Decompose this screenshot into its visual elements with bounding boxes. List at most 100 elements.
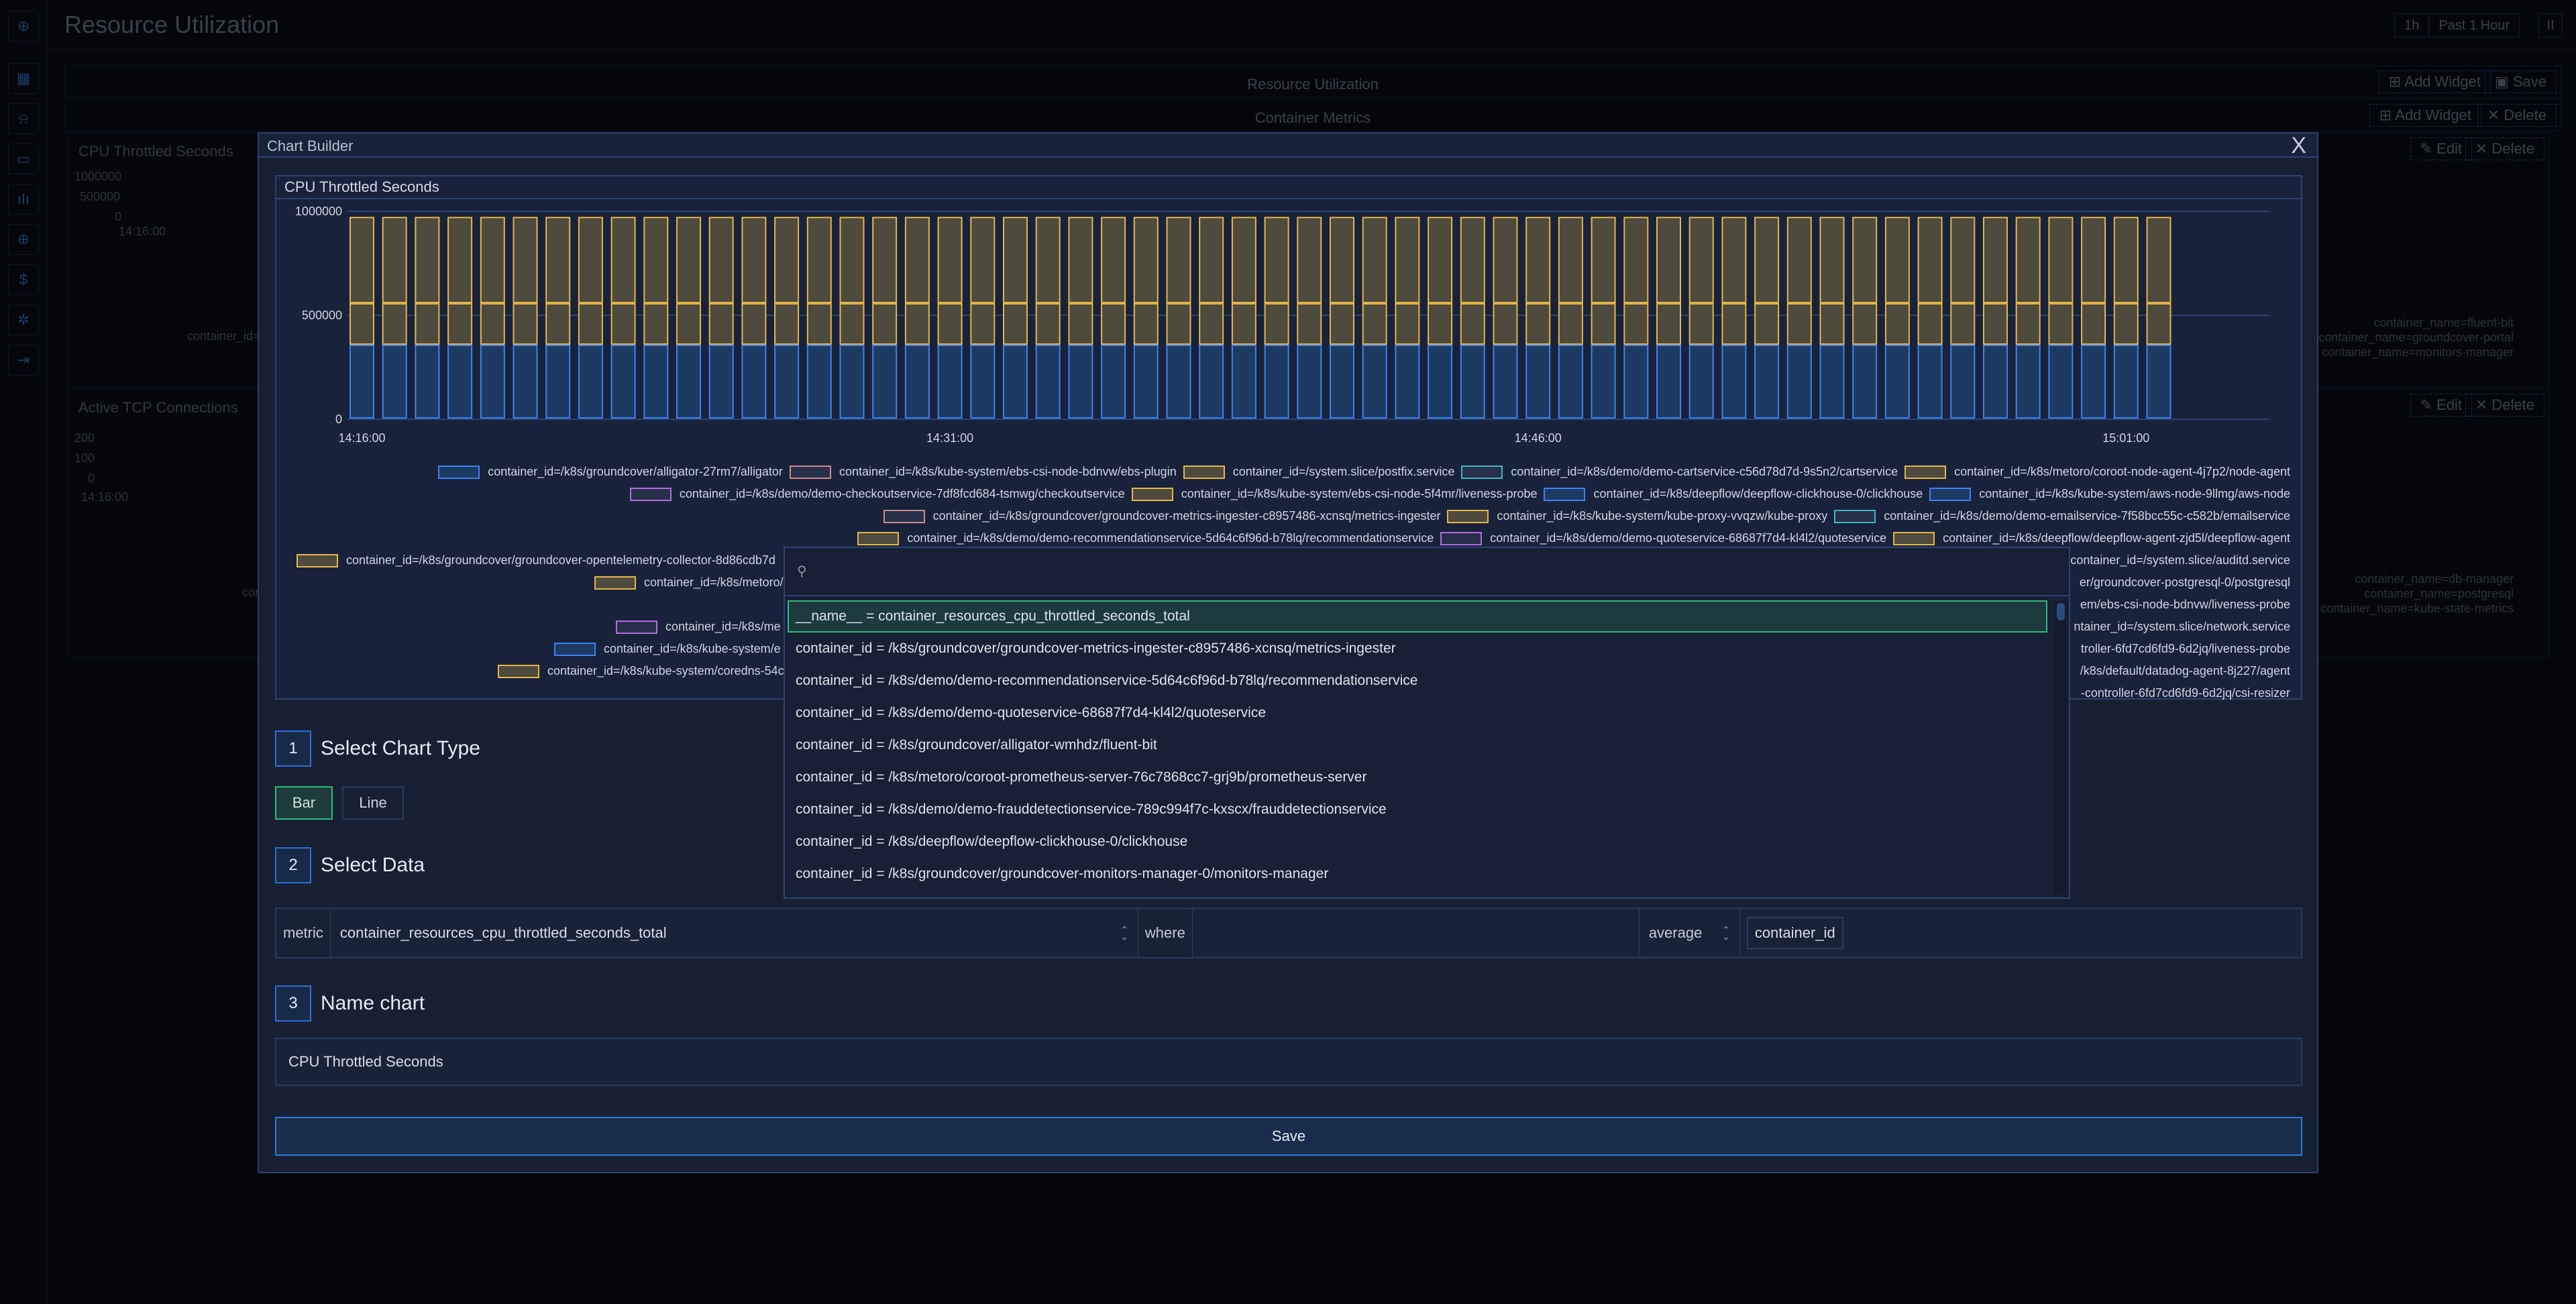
bar-segment xyxy=(1754,303,1780,345)
bar-segment xyxy=(1754,217,1780,303)
logout-icon[interactable]: ⇥ xyxy=(8,345,39,376)
dropdown-option[interactable]: container_id = /k8s/groundcover/groundco… xyxy=(785,633,2051,665)
delete-panel-button[interactable]: ✕ Delete xyxy=(2465,138,2544,160)
delete-section-button[interactable]: ✕ Delete xyxy=(2477,104,2557,127)
close-icon: ✕ xyxy=(2475,140,2492,157)
dropdown-search-input[interactable]: ⚲ xyxy=(785,548,2069,596)
dropdown-option[interactable]: container_id = /k8s/demo/demo-frauddetec… xyxy=(785,794,2051,826)
legend-item[interactable]: container_id=/k8s/demo/demo-checkoutserv… xyxy=(629,487,1125,501)
x-tick-label: 14:46:00 xyxy=(1515,431,1562,445)
add-widget-button[interactable]: ⊞ Add Widget xyxy=(2378,70,2491,93)
legend-item[interactable]: container_id=/k8s/groundcover/groundcove… xyxy=(883,509,1440,523)
save-label: Save xyxy=(2512,73,2546,90)
dropdown-option[interactable]: container_id = /k8s/deepflow/deepflow-cl… xyxy=(785,826,2051,858)
metric-select[interactable]: container_resources_cpu_throttled_second… xyxy=(331,909,1138,957)
bar-segment xyxy=(2015,303,2041,345)
bar-segment xyxy=(415,303,440,345)
where-input[interactable] xyxy=(1193,909,1640,957)
legend-swatch xyxy=(297,553,338,567)
legend-item[interactable]: container_id=/k8s/groundcover/groundcove… xyxy=(297,553,775,567)
panel-title: CPU Throttled Seconds xyxy=(78,143,233,160)
legend-swatch xyxy=(1893,531,1935,545)
globe-logo-icon[interactable]: ⊕ xyxy=(8,11,39,42)
legend-item[interactable]: container_id=/k8s/deepflow/deepflow-agen… xyxy=(1893,531,2290,545)
legend-swatch xyxy=(1183,465,1225,479)
add-widget-button-2[interactable]: ⊞ Add Widget xyxy=(2369,104,2481,127)
legend-item[interactable]: container_id=/k8s/groundcover/alligator-… xyxy=(438,465,783,479)
dropdown-option[interactable]: container_id = /k8s/demo/demo-quoteservi… xyxy=(785,697,2051,729)
legend-item[interactable]: container_id=/k8s/metoro/ xyxy=(594,576,784,590)
x-tick-label: 14:16:00 xyxy=(338,431,385,445)
time-range-select[interactable]: Past 1 Hour xyxy=(2429,14,2519,37)
legend-item[interactable]: container_id=/k8s/demo/demo-recommendati… xyxy=(857,531,1434,545)
legend-item[interactable]: container_id=/k8s/demo/demo-quoteservice… xyxy=(1440,531,1886,545)
time-quick[interactable]: 1h xyxy=(2395,14,2430,37)
bar-segment xyxy=(2048,217,2074,303)
y-tick: 0 xyxy=(88,472,95,485)
legend-item[interactable]: container_id=/k8s/demo/demo-cartservice-… xyxy=(1461,465,1898,479)
step-title: Name chart xyxy=(321,992,425,1014)
dashboard-icon[interactable]: ▦ xyxy=(8,63,39,94)
time-range-picker[interactable]: 1h Past 1 Hour xyxy=(2394,13,2520,38)
legend-item[interactable]: container_id=/k8s/metoro/coroot-node-age… xyxy=(1904,465,2290,479)
dropdown-option[interactable]: container_id = /k8s/groundcover/alligato… xyxy=(785,729,2051,761)
pause-button[interactable]: II xyxy=(2538,13,2563,38)
dropdown-scrollbar[interactable] xyxy=(2054,600,2068,895)
chart-type-line-button[interactable]: Line xyxy=(342,786,404,820)
y-tick: 100 xyxy=(74,451,95,465)
legend-item[interactable]: container_id=/k8s/kube-system/ebs-csi-no… xyxy=(1131,487,1537,501)
bell-icon[interactable]: ⍾ xyxy=(8,103,39,134)
chart-type-bar-button[interactable]: Bar xyxy=(275,786,333,820)
bar-segment xyxy=(1264,344,1289,419)
legend-item[interactable]: container_id=/k8s/kube-system/aws-node-9… xyxy=(1929,487,2290,501)
dropdown-option[interactable]: container_id = /k8s/groundcover/groundco… xyxy=(785,858,2051,890)
edit-panel-button[interactable]: ✎ Edit xyxy=(2410,138,2472,160)
edit-panel-button[interactable]: ✎ Edit xyxy=(2410,394,2472,417)
legend-item[interactable]: container_id=/k8s/demo/demo-emailservice… xyxy=(1834,509,2290,523)
legend-item[interactable]: container_id=/system.slice/postfix.servi… xyxy=(1183,465,1454,479)
legend-item[interactable]: container_id=/k8s/kube-system/ebs-csi-no… xyxy=(789,465,1177,479)
legend-item[interactable]: container_id=/k8s/kube-system/kube-proxy… xyxy=(1447,509,1827,523)
save-chart-button[interactable]: Save xyxy=(275,1117,2302,1156)
legend-item[interactable]: container_id=/k8s/me xyxy=(616,620,781,634)
aggregation-select[interactable]: average ⌃ ⌄ xyxy=(1640,909,1740,957)
book-icon[interactable]: ▭ xyxy=(8,144,39,174)
where-label: where xyxy=(1138,909,1193,957)
bar-segment xyxy=(1395,303,1420,345)
edit-label: Edit xyxy=(2436,140,2462,157)
bar-segment xyxy=(350,217,374,303)
chart-name-input[interactable]: CPU Throttled Seconds xyxy=(275,1038,2302,1086)
bar-segment xyxy=(1068,344,1093,419)
delete-panel-button[interactable]: ✕ Delete xyxy=(2465,394,2544,417)
legend-item[interactable]: container_id=/k8s/kube-system/e xyxy=(554,642,781,656)
gear-icon[interactable]: ✲ xyxy=(8,305,39,335)
step-2: 2 Select Data xyxy=(275,847,425,883)
bar-segment xyxy=(1460,344,1485,419)
close-modal-button[interactable]: X xyxy=(2291,133,2306,158)
bar-segment xyxy=(447,303,473,345)
waveform-icon[interactable]: ıIı xyxy=(8,184,39,215)
legend-label: container_name=fluent-bit xyxy=(2373,316,2514,329)
dollar-icon[interactable]: $ xyxy=(8,264,39,295)
step-1: 1 Select Chart Type xyxy=(275,730,480,767)
dropdown-option[interactable]: container_id = /k8s/metoro/coroot-promet… xyxy=(785,761,2051,794)
query-builder: metric container_resources_cpu_throttled… xyxy=(275,908,2302,959)
bar-segment xyxy=(1395,217,1420,303)
legend-item[interactable]: container_id=/k8s/deepflow/deepflow-clic… xyxy=(1544,487,1923,501)
legend-label: container_id=/k8s/deepflow/deepflow-agen… xyxy=(1943,531,2290,545)
bar-segment xyxy=(1884,217,1910,303)
bar-segment xyxy=(610,303,636,345)
save-dashboard-button[interactable]: ▣ Save xyxy=(2484,70,2557,93)
group-by-tag[interactable]: container_id xyxy=(1746,917,1843,949)
dropdown-option[interactable]: container_id = /k8s/demo/demo-recommenda… xyxy=(785,665,2051,697)
bar-segment xyxy=(806,303,832,345)
search-icon: ⚲ xyxy=(797,564,807,579)
bar-segment xyxy=(708,217,734,303)
scrollbar-thumb[interactable] xyxy=(2057,603,2065,620)
legend-label: ntainer_id=/system.slice/network.service xyxy=(2074,620,2290,633)
globe-icon[interactable]: ⊕ xyxy=(8,224,39,255)
legend-item[interactable]: container_id=/k8s/kube-system/coredns-54… xyxy=(498,664,784,678)
bar-segment xyxy=(970,217,996,303)
dropdown-option-active[interactable]: __name__ = container_resources_cpu_throt… xyxy=(788,600,2047,633)
section-title: Resource Utilization xyxy=(1247,76,1379,93)
